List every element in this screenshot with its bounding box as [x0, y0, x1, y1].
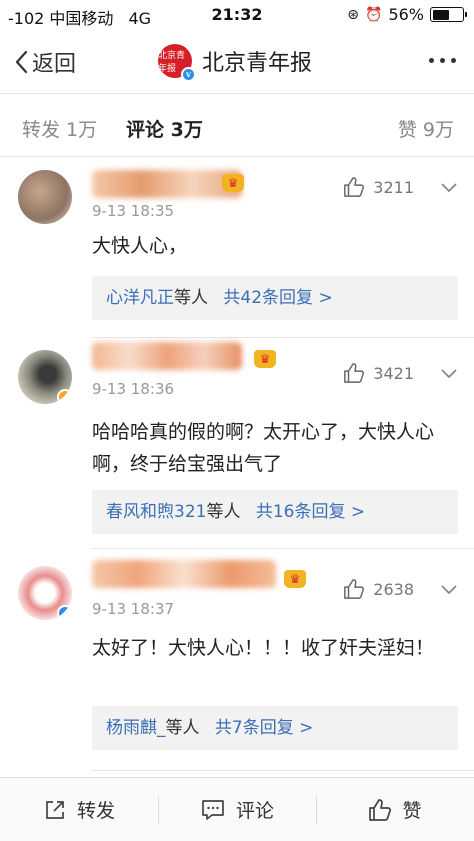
divider: [92, 337, 474, 338]
thumbs-up-icon: [344, 363, 365, 383]
comment-button[interactable]: 评论: [158, 778, 316, 841]
comment-label: 评论: [235, 800, 274, 822]
reply-count: 共7条回复 >: [214, 718, 314, 738]
verified-badge-icon: [57, 389, 72, 404]
replies-preview[interactable]: 杨雨麒_等人 共7条回复 >: [92, 706, 458, 750]
comment-time: 9-13 18:35: [92, 202, 175, 220]
verified-badge-icon: v: [181, 67, 196, 82]
crown-icon: ♛: [284, 570, 306, 588]
account-header[interactable]: 北京青年报 v 北京青年报: [158, 44, 313, 82]
repost-button[interactable]: 转发: [0, 778, 158, 841]
like-button[interactable]: 赞: [316, 778, 474, 841]
orientation-lock-icon: ⊛: [347, 6, 359, 23]
reply-suffix: 等人: [206, 502, 241, 522]
like-count: 3421: [373, 363, 414, 383]
reply-users: 春风和煦321: [106, 502, 207, 522]
account-logo: 北京青年报 v: [158, 44, 196, 82]
like-count: 2638: [373, 579, 414, 599]
repost-label: 转发: [76, 800, 115, 822]
reply-count: 共16条回复 >: [255, 502, 366, 522]
crown-icon: ♛: [254, 350, 276, 368]
username-blurred[interactable]: [92, 170, 242, 198]
more-options-icon[interactable]: [429, 58, 456, 63]
chevron-down-icon[interactable]: [440, 584, 458, 596]
tab-bar: 转发 1万 评论 3万 赞 9万: [0, 95, 474, 157]
like-label: 赞: [402, 800, 422, 822]
back-label: 返回: [32, 52, 77, 77]
thumbs-up-icon: [344, 177, 365, 197]
like-button[interactable]: 3211: [343, 176, 414, 198]
status-icons: ⊛ ⏰ 56%: [347, 5, 467, 24]
like-button[interactable]: 2638: [343, 578, 414, 600]
avatar[interactable]: [18, 566, 72, 620]
comment-text: 哈哈哈真的假的啊？太开心了，大快人心啊，终于给宝强出气了: [92, 421, 435, 475]
page-title: 北京青年报: [202, 51, 313, 76]
replies-preview[interactable]: 心洋凡正等人 共42条回复 >: [92, 276, 458, 320]
comment-time: 9-13 18:36: [92, 380, 175, 398]
bottom-toolbar: 转发 评论 赞: [0, 777, 474, 841]
chevron-left-icon: [15, 50, 28, 74]
verified-badge-icon: [57, 605, 72, 620]
chevron-down-icon[interactable]: [440, 182, 458, 194]
thumbs-up-icon: [344, 579, 365, 599]
comment-time: 9-13 18:37: [92, 600, 175, 618]
share-icon: [46, 800, 64, 819]
reply-users: 杨雨麒_: [106, 718, 166, 738]
comment-text: 太好了！大快人心！！！收了奸夫淫妇！: [92, 637, 435, 659]
nav-bar: 返回 北京青年报 v 北京青年报: [0, 32, 474, 94]
tab-comments[interactable]: 评论 3万: [126, 115, 203, 142]
thumbs-up-icon: [369, 798, 392, 821]
battery-percent: 56%: [388, 5, 424, 24]
username-blurred[interactable]: [92, 560, 276, 588]
username-blurred[interactable]: [92, 342, 242, 370]
reply-suffix: 等人: [174, 288, 208, 308]
reply-count: 共42条回复 >: [223, 288, 333, 308]
reply-suffix: 等人: [165, 718, 200, 738]
crown-icon: ♛: [222, 174, 244, 192]
avatar[interactable]: [18, 350, 72, 404]
comment-text: 大快人心，: [92, 235, 188, 257]
back-button[interactable]: 返回: [14, 46, 76, 78]
avatar[interactable]: [18, 170, 72, 224]
comment-icon: [202, 799, 224, 820]
divider: [92, 770, 474, 771]
tab-likes[interactable]: 赞 9万: [398, 115, 454, 142]
alarm-icon: ⏰: [365, 6, 383, 23]
battery-icon: [430, 7, 467, 22]
status-bar: -102 中国移动 4G 21:32 ⊛ ⏰ 56%: [0, 0, 474, 32]
divider: [92, 548, 474, 549]
tab-repost[interactable]: 转发 1万: [22, 115, 97, 142]
like-button[interactable]: 3421: [343, 362, 414, 384]
chevron-down-icon[interactable]: [440, 368, 458, 380]
like-count: 3211: [373, 177, 414, 197]
reply-users: 心洋凡正: [106, 288, 174, 308]
replies-preview[interactable]: 春风和煦321等人 共16条回复 >: [92, 490, 458, 534]
